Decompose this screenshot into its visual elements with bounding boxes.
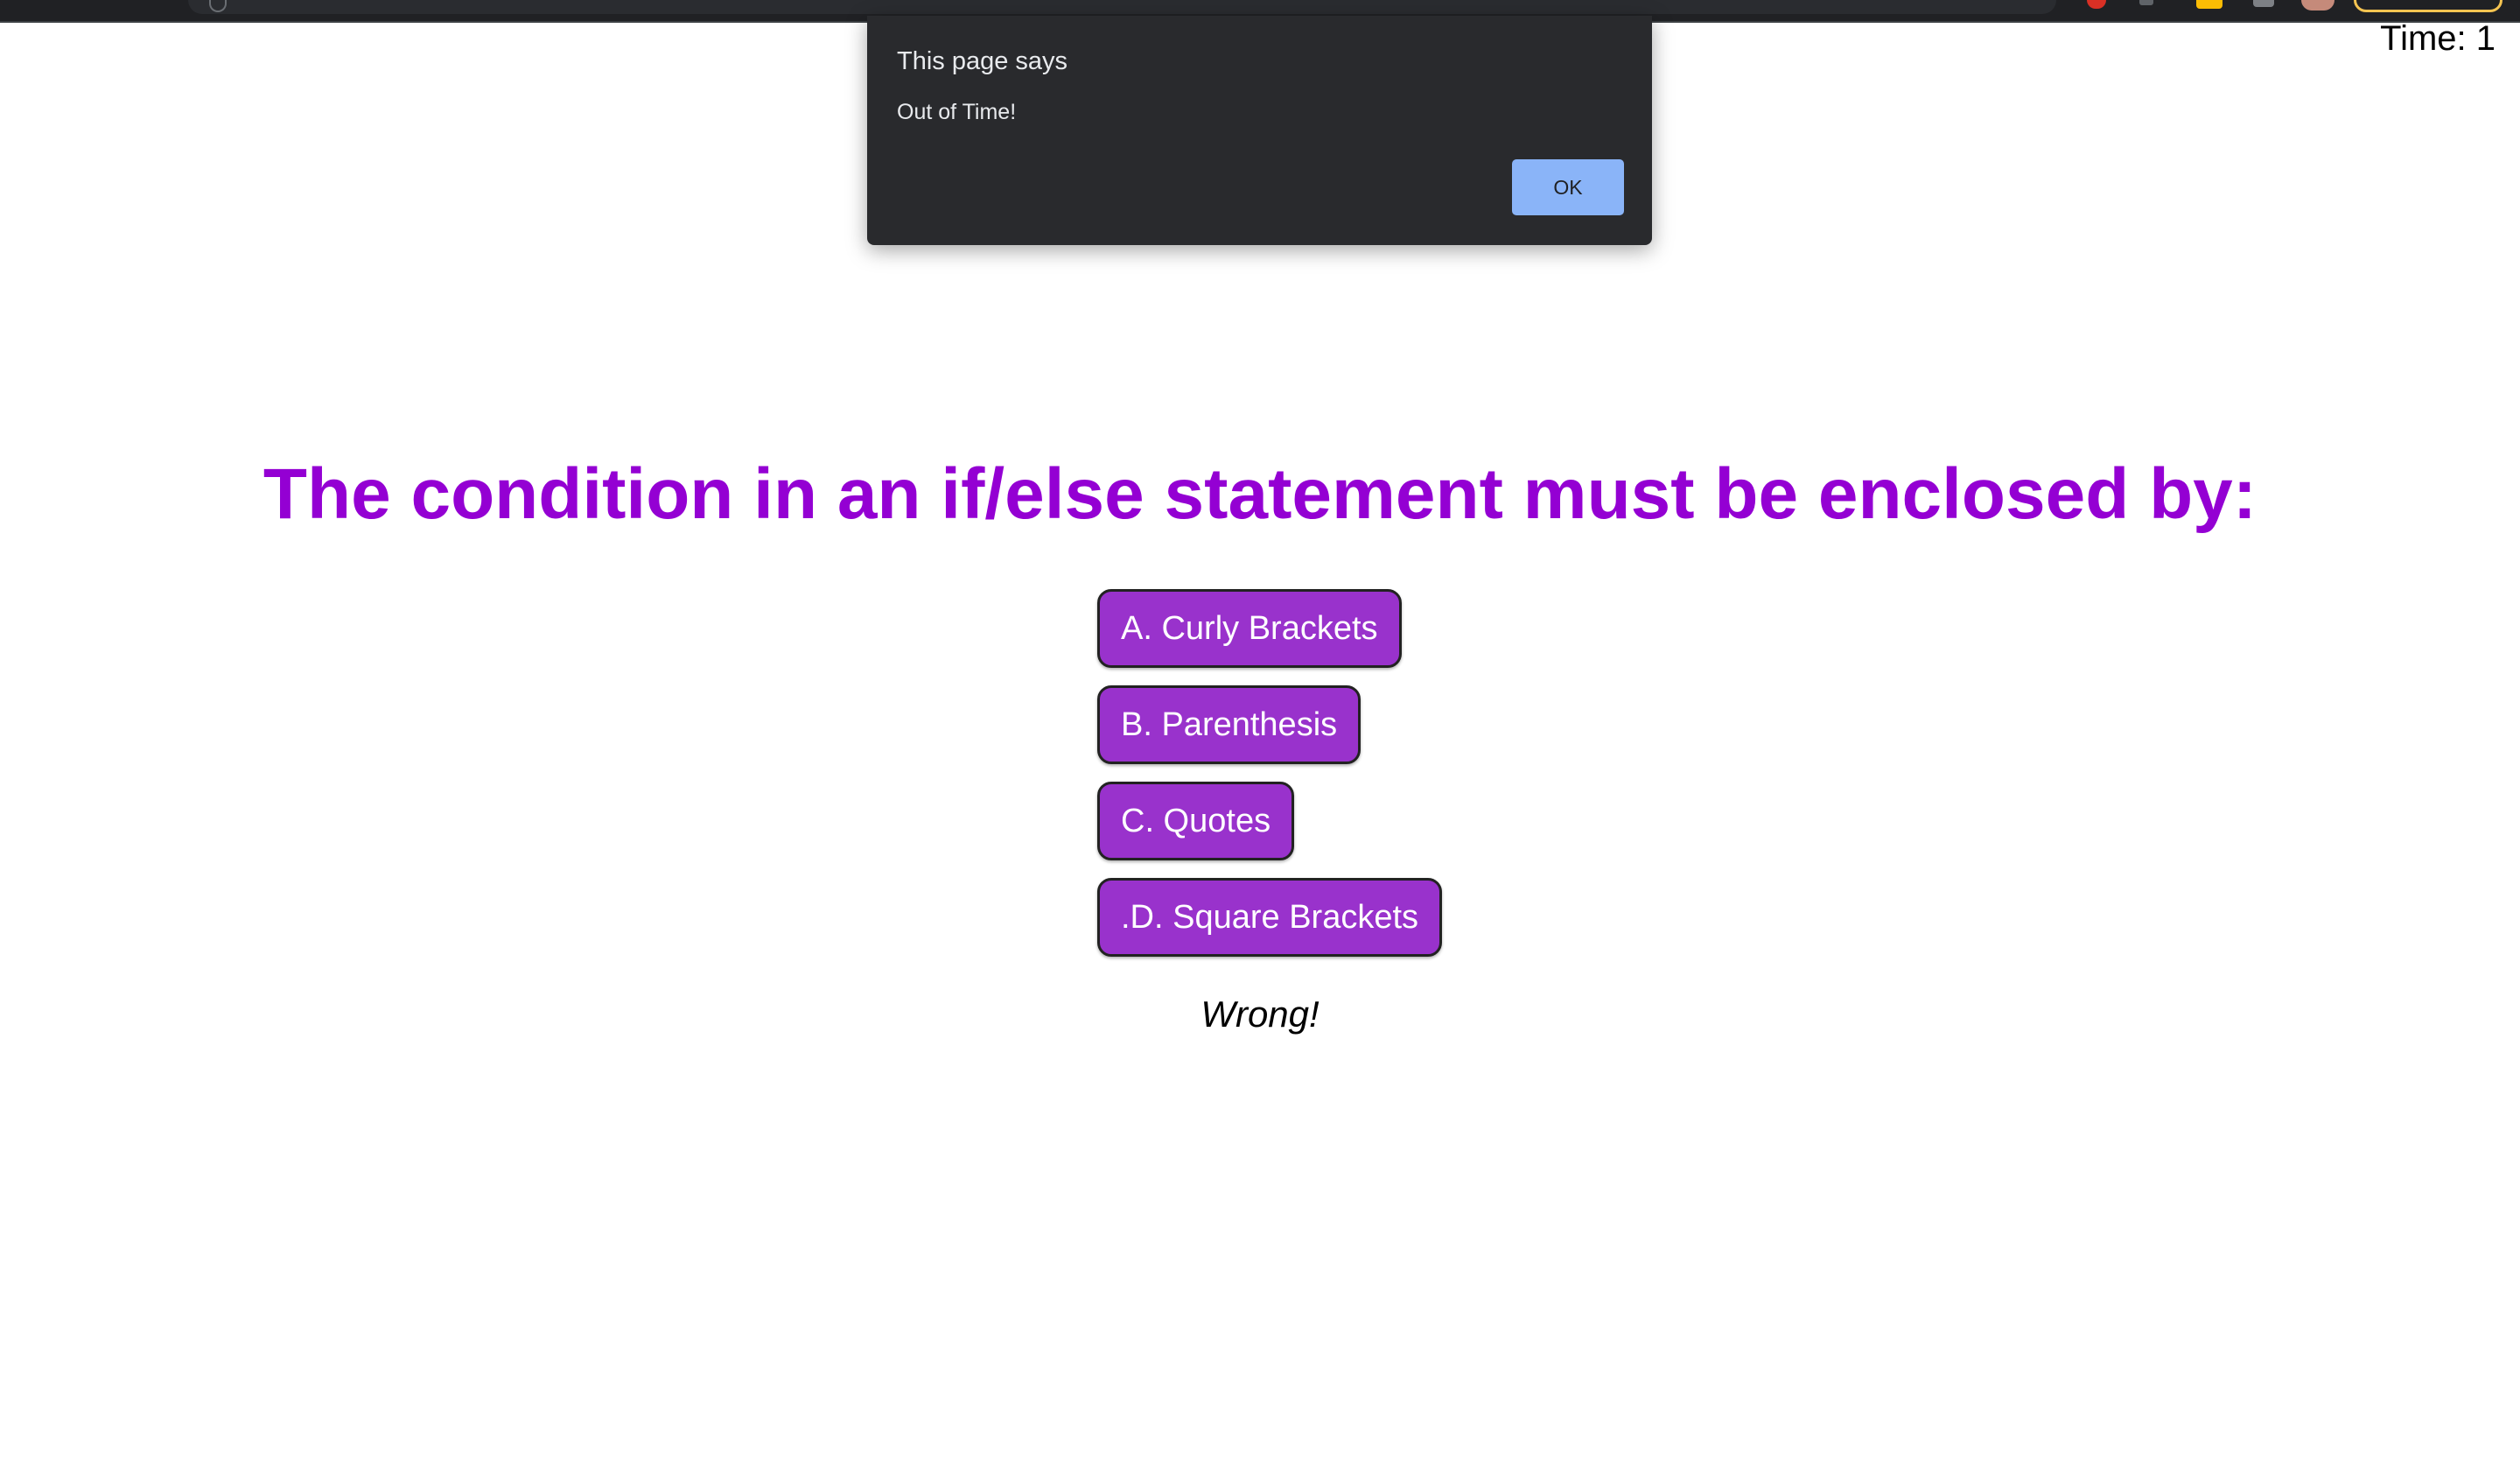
answer-feedback: Wrong! xyxy=(1200,993,1320,1035)
answer-button-d[interactable]: .D. Square Brackets xyxy=(1097,878,1443,957)
ok-button[interactable]: OK xyxy=(1512,159,1624,215)
answer-button-a[interactable]: A. Curly Brackets xyxy=(1097,589,1402,668)
address-bar[interactable] xyxy=(188,0,2056,14)
question-title: The condition in an if/else statement mu… xyxy=(262,454,2258,534)
alert-dialog: This page says Out of Time! OK xyxy=(867,16,1652,245)
dialog-message: Out of Time! xyxy=(897,100,1017,124)
answer-button-c[interactable]: C. Quotes xyxy=(1097,782,1295,860)
puzzle-icon[interactable] xyxy=(2139,0,2153,5)
extension-icon[interactable] xyxy=(2253,0,2274,7)
answer-list: A. Curly Brackets B. Parenthesis C. Quot… xyxy=(1097,589,1443,974)
dialog-title: This page says xyxy=(897,47,1068,75)
lock-icon[interactable] xyxy=(209,0,227,12)
answer-button-b[interactable]: B. Parenthesis xyxy=(1097,685,1362,764)
extension-icon[interactable] xyxy=(2196,0,2222,9)
extension-icon[interactable] xyxy=(2087,0,2106,9)
profile-avatar[interactable] xyxy=(2301,0,2334,11)
update-button[interactable] xyxy=(2354,0,2502,12)
timer-display: Time: 1 xyxy=(2380,19,2496,58)
